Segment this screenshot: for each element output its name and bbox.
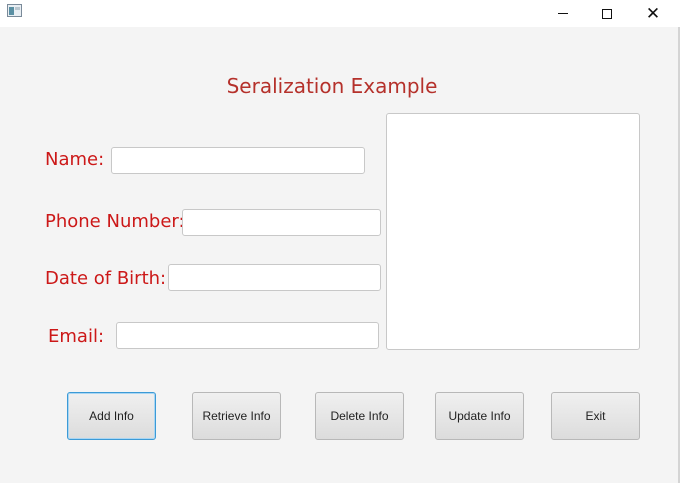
output-textarea[interactable] (386, 113, 640, 350)
delete-info-button[interactable]: Delete Info (315, 392, 404, 440)
dob-label: Date of Birth: (45, 268, 167, 289)
name-input[interactable] (111, 147, 365, 174)
maximize-button[interactable] (584, 0, 630, 27)
maximize-icon (602, 8, 612, 19)
add-info-button[interactable]: Add Info (67, 392, 156, 440)
phone-label: Phone Number: (45, 211, 185, 232)
close-button[interactable]: ✕ (630, 0, 676, 27)
name-label: Name: (45, 149, 105, 170)
form-title: Seralization Example (226, 74, 438, 98)
close-icon: ✕ (645, 3, 661, 24)
app-window: ✕ Seralization Example Name: Phone Numbe… (0, 0, 680, 483)
exit-button[interactable]: Exit (551, 392, 640, 440)
app-icon (7, 4, 22, 17)
update-info-button[interactable]: Update Info (435, 392, 524, 440)
dob-input[interactable] (168, 264, 381, 291)
title-bar: ✕ (0, 0, 680, 27)
minimize-button[interactable] (540, 0, 586, 27)
email-label: Email: (48, 326, 105, 347)
phone-input[interactable] (182, 209, 381, 236)
retrieve-info-button[interactable]: Retrieve Info (192, 392, 281, 440)
email-input[interactable] (116, 322, 379, 349)
minimize-icon (558, 13, 568, 14)
